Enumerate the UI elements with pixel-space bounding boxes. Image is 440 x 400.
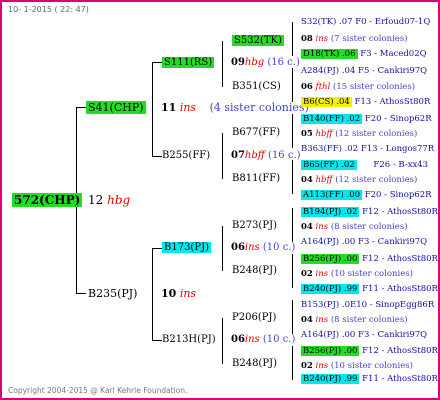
watermark: [145, 122, 166, 146]
g4-bot[interactable]: B6(CS) .04 F13 - AthosSt80R: [301, 96, 430, 108]
g2-queen[interactable]: B213H(PJ): [162, 334, 216, 346]
connector: [76, 107, 86, 108]
connector: [292, 346, 293, 380]
connector: [292, 208, 293, 242]
g4-mid: 04 ins (8 sister colonies): [301, 315, 408, 325]
g2-mating: 09hbg (16 c.): [231, 57, 300, 68]
g3-queen[interactable]: S532(TK): [232, 35, 284, 47]
g4-bot[interactable]: A113(FF) .00 F20 - Sinop62R: [301, 189, 432, 201]
g4-top[interactable]: B153(PJ) .0E10 - SinopEgg86R: [301, 299, 434, 311]
g3-queen[interactable]: B248(PJ): [232, 358, 277, 370]
connector: [76, 293, 86, 294]
connector: [152, 62, 162, 63]
dam-mating: 10 ins: [161, 287, 197, 300]
g2-queen[interactable]: S111(RS): [162, 57, 215, 69]
connector: [292, 254, 293, 288]
connector: [152, 62, 153, 156]
g4-bot[interactable]: B240(PJ) .99 F11 - AthosSt80R: [301, 283, 438, 295]
g2-mating: 07hbff (16 c.): [231, 150, 301, 161]
g4-top[interactable]: B194(PJ) .02 F12 - AthosSt80R: [301, 206, 438, 218]
root-mating: 12 hbg: [88, 193, 131, 207]
g2-queen[interactable]: B255(FF): [162, 150, 210, 162]
g4-bot[interactable]: B240(PJ) .99 F11 - AthosSt80R: [301, 373, 438, 385]
g3-queen[interactable]: B811(FF): [232, 173, 280, 185]
g4-top[interactable]: A284(PJ) .04 F5 - Cankiri97Q: [301, 65, 427, 77]
copyright-footer: Copyright 2004-2015 @ Karl Kehrle Founda…: [8, 386, 188, 395]
g4-bot[interactable]: D18(TK) .06 F3 - Maced02Q: [301, 48, 427, 60]
date-header: 10- 1-2015 ( 22: 47): [8, 5, 89, 14]
connector: [292, 160, 293, 194]
g4-top[interactable]: B140(FF) .02 F20 - Sinop62R: [301, 113, 432, 125]
g4-mid: 08 ins (7 sister colonies): [301, 34, 408, 44]
g4-top[interactable]: B65(FF) .02 F26 - B-xx43: [301, 159, 428, 171]
sire-queen[interactable]: S41(CHP): [86, 101, 146, 114]
g4-mid: 04 hbff (12 sister colonies): [301, 175, 418, 185]
g4-mid: 05 hbff (12 sister colonies): [301, 129, 418, 139]
g4-top[interactable]: B256(PJ) .00 F12 - AthosSt80R: [301, 253, 438, 265]
g4-mid: 02 ins (10 sister colonies): [301, 269, 413, 279]
connector: [292, 68, 293, 102]
connector: [152, 248, 153, 340]
g3-queen[interactable]: B351(CS): [232, 81, 281, 93]
g3-queen[interactable]: B273(PJ): [232, 220, 277, 232]
g4-top[interactable]: S32(TK) .07 F0 - Erfoud07-1Q: [301, 16, 430, 28]
connector: [222, 226, 223, 271]
pedigree-frame: 10- 1-2015 ( 22: 47) 572(CHP) 12 hbg S41…: [0, 0, 440, 400]
g3-queen[interactable]: B677(FF): [232, 127, 280, 139]
root-queen[interactable]: 572(CHP): [12, 193, 83, 207]
connector: [222, 133, 223, 179]
g4-top[interactable]: B256(PJ) .00 F12 - AthosSt80R: [301, 345, 438, 357]
g4-mid: 06 fthl (15 sister colonies): [301, 82, 416, 92]
sire-mating: 11 ins (4 sister colonies): [161, 101, 309, 114]
connector: [222, 41, 223, 87]
g4-mid: 02 ins (10 sister colonies): [301, 361, 413, 371]
g4-bot[interactable]: A164(PJ) .00 F3 - Cankiri97Q: [301, 329, 427, 341]
connector: [152, 156, 162, 157]
g4-mid: 04 ins (8 sister colonies): [301, 222, 408, 232]
g3-queen[interactable]: B248(PJ): [232, 265, 277, 277]
g3-queen[interactable]: P206(PJ): [232, 312, 276, 324]
connector: [152, 248, 162, 249]
connector: [292, 300, 293, 334]
g4-bot[interactable]: B363(FF) .02 F13 - Longos77R: [301, 143, 434, 155]
g2-mating: 06ins (10 c.): [231, 242, 296, 253]
g2-mating: 06ins (10 c.): [231, 334, 296, 345]
connector: [222, 318, 223, 364]
connector: [152, 340, 162, 341]
dam-queen[interactable]: B235(PJ): [88, 288, 137, 300]
g4-bot[interactable]: A164(PJ) .00 F3 - Cankiri97Q: [301, 236, 427, 248]
connector: [292, 114, 293, 148]
connector: [292, 22, 293, 56]
g2-queen[interactable]: B173(PJ): [162, 242, 211, 254]
